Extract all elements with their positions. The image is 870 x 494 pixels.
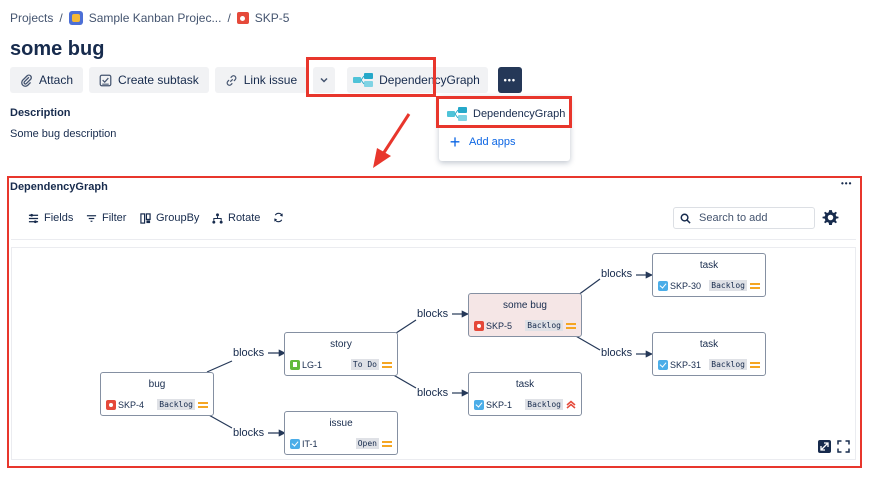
- task-type-icon: [658, 360, 668, 370]
- graph-node-skp-4[interactable]: bug SKP-4 Backlog: [100, 372, 214, 416]
- fullscreen-icon[interactable]: [837, 440, 850, 453]
- node-status: Backlog: [525, 320, 576, 331]
- node-key: SKP-30: [658, 281, 701, 291]
- node-key: SKP-1: [474, 400, 512, 410]
- node-title: story: [330, 339, 352, 350]
- node-status: To Do: [350, 359, 392, 370]
- graph-node-skp-1[interactable]: task SKP-1 Backlog: [468, 372, 582, 416]
- node-key-text: SKP-30: [670, 281, 702, 291]
- edge-label-blocks: blocks: [601, 347, 633, 359]
- status-badge: Backlog: [709, 280, 747, 291]
- edge-label-blocks: blocks: [233, 347, 265, 359]
- node-status: Backlog: [157, 399, 208, 410]
- graph-view-controls: [818, 440, 850, 453]
- node-status: Backlog: [709, 359, 760, 370]
- priority-medium-icon: [750, 282, 760, 289]
- status-badge: Backlog: [525, 399, 563, 410]
- node-status: Open: [355, 438, 392, 449]
- node-key-text: IT-1: [302, 439, 318, 449]
- graph-node-skp-30[interactable]: task SKP-30 Backlog: [652, 253, 766, 297]
- graph-node-skp-5-current[interactable]: some bug SKP-5 Backlog: [468, 293, 582, 337]
- edge-label-blocks: blocks: [601, 268, 633, 280]
- node-status: Backlog: [709, 280, 760, 291]
- task-type-icon: [290, 439, 300, 449]
- priority-medium-icon: [382, 440, 392, 447]
- node-key: LG-1: [290, 360, 322, 370]
- priority-medium-icon: [750, 361, 760, 368]
- graph-edge: [206, 360, 233, 373]
- graph-node-lg-1[interactable]: story LG-1 To Do: [284, 332, 398, 376]
- edge-label-blocks: blocks: [233, 427, 265, 439]
- node-title: task: [515, 379, 535, 390]
- node-key: SKP-4: [106, 400, 144, 410]
- status-badge: Backlog: [157, 399, 195, 410]
- node-key-text: SKP-31: [670, 360, 702, 370]
- node-status: Backlog: [525, 399, 576, 410]
- node-title: task: [699, 260, 719, 271]
- edge-label-blocks: blocks: [417, 308, 449, 320]
- priority-medium-icon: [198, 401, 208, 408]
- status-badge: Backlog: [709, 359, 747, 370]
- graph-edge: [573, 334, 601, 351]
- status-badge: Backlog: [525, 320, 563, 331]
- node-title: bug: [148, 379, 166, 390]
- story-type-icon: [290, 360, 300, 370]
- priority-medium-icon: [382, 361, 392, 368]
- priority-medium-icon: [566, 322, 576, 329]
- priority-high-icon: [566, 400, 576, 409]
- node-title: issue: [329, 418, 353, 429]
- graph-node-skp-31[interactable]: task SKP-31 Backlog: [652, 332, 766, 376]
- node-key-text: SKP-1: [486, 400, 513, 410]
- edge-label-blocks: blocks: [417, 387, 449, 399]
- status-badge: To Do: [350, 359, 379, 370]
- bug-type-icon: [474, 321, 484, 331]
- node-key-text: SKP-5: [486, 321, 513, 331]
- expand-icon[interactable]: [818, 440, 831, 453]
- node-title: some bug: [503, 300, 547, 311]
- node-key: SKP-5: [474, 321, 512, 331]
- task-type-icon: [474, 400, 484, 410]
- task-type-icon: [658, 281, 668, 291]
- node-key: IT-1: [290, 439, 318, 449]
- status-badge: Open: [355, 438, 379, 449]
- graph-node-it-1[interactable]: issue IT-1 Open: [284, 411, 398, 455]
- node-key-text: SKP-4: [118, 400, 145, 410]
- bug-type-icon: [106, 400, 116, 410]
- node-key: SKP-31: [658, 360, 701, 370]
- node-title: task: [699, 339, 719, 350]
- graph-edges: [206, 271, 653, 437]
- node-key-text: LG-1: [302, 360, 323, 370]
- graph-edge: [206, 413, 233, 429]
